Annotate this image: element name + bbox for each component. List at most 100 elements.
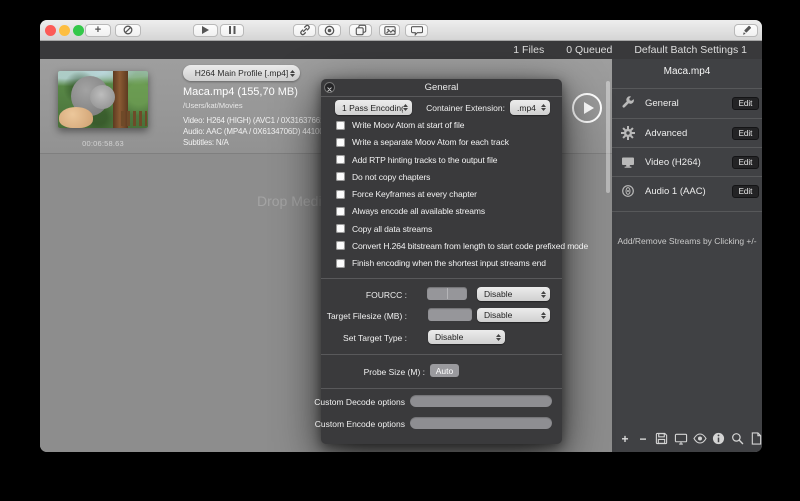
checkbox-label: Copy all data streams [352,224,432,234]
checkbox[interactable] [336,224,345,233]
probe-size-button[interactable]: Auto [430,364,459,377]
preset-select[interactable]: H264 Main Profile [.mp4] [183,65,300,81]
edit-video-button[interactable]: Edit [732,156,759,169]
probe-size-row: Probe Size (M) : Auto [321,364,562,379]
cancel-button[interactable] [115,24,141,37]
copy-icon [355,24,367,36]
container-extension-select[interactable]: .mp4 [510,100,550,115]
settings-sidebar: Maca.mp4 General Edit Advanced Edit Vide… [612,59,762,452]
play-icon [202,26,209,34]
log-button[interactable] [750,432,762,447]
sidebar-row-general: General Edit [612,89,762,118]
info-icon [712,432,725,448]
custom-encode-label: Custom Encode options [315,419,405,429]
sidebar-row-label: Advanced [645,128,687,139]
general-settings-dialog: General 1 Pass Encoding Container Extens… [321,79,562,444]
stepper-icon [403,104,408,111]
file-path: /Users/kat/Movies [183,101,243,110]
stepper-icon [541,104,546,111]
close-icon [327,79,332,97]
search-icon [731,432,744,448]
checkbox[interactable] [336,259,345,268]
preset-select-value: H264 Main Profile [.mp4] [193,68,290,78]
add-file-button[interactable]: + [85,24,111,37]
save-button[interactable] [655,432,668,447]
fourcc-mode-value: Disable [484,289,541,299]
target-type-value: Disable [435,332,496,342]
play-button[interactable] [193,24,218,37]
close-button[interactable] [45,25,56,36]
divider [612,211,762,212]
pause-button[interactable] [220,24,244,37]
checkbox-row: Copy all data streams [336,224,551,234]
custom-decode-row: Custom Decode options [321,394,562,409]
custom-encode-input[interactable] [410,417,552,429]
chat-button[interactable] [405,24,428,37]
container-extension-label: Container Extension: [426,103,505,113]
edit-batch-button[interactable] [734,24,758,37]
checkbox[interactable] [336,241,345,250]
dialog-title: General [425,82,459,93]
target-filesize-input[interactable] [428,308,472,321]
display-icon [621,155,635,169]
audio-info: Audio: AAC (MP4A / 0X6134706D) 44100 HZ [183,127,336,136]
pass-encoding-select[interactable]: 1 Pass Encoding [335,100,412,115]
record-button[interactable] [318,24,341,37]
play-icon [584,102,594,114]
stepper-icon [541,312,546,319]
custom-decode-label: Custom Decode options [314,397,405,407]
zoom-button[interactable] [73,25,84,36]
search-button[interactable] [731,432,744,447]
checkbox[interactable] [336,172,345,181]
display-button[interactable] [674,432,687,447]
checkbox[interactable] [336,138,345,147]
duration-label: 00:06:58.63 [58,139,148,148]
remove-stream-button[interactable]: − [637,432,649,447]
checkbox[interactable] [336,190,345,199]
pause-icon [229,26,232,34]
copy-settings-button[interactable] [349,24,372,37]
custom-decode-input[interactable] [410,395,552,407]
edit-audio-button[interactable]: Edit [732,185,759,198]
window-titlebar[interactable]: + [40,20,762,41]
sidebar-row-audio: Audio 1 (AAC) Edit [612,177,762,206]
add-stream-button[interactable]: + [619,432,631,447]
checkbox[interactable] [336,207,345,216]
dialog-close-button[interactable] [324,82,335,93]
info-button[interactable] [712,432,725,447]
batch-settings-label[interactable]: Default Batch Settings 1 [634,44,747,56]
minimize-button[interactable] [59,25,70,36]
checkbox-label: Always encode all available streams [352,206,485,216]
divider [321,388,562,389]
divider [321,354,562,355]
play-file-button[interactable] [572,93,602,123]
wrench-icon [621,96,635,110]
scrollbar-thumb[interactable] [606,81,610,193]
speaker-icon [621,184,635,198]
target-type-select[interactable]: Disable [428,330,505,344]
add-icon: + [621,433,628,446]
checkbox-row: Finish encoding when the shortest input … [336,258,551,268]
sidebar-row-advanced: Advanced Edit [612,119,762,148]
dialog-top-row: 1 Pass Encoding Container Extension: .mp… [321,100,562,116]
checkbox-row: Add RTP hinting tracks to the output fil… [336,155,551,165]
snapshot-button[interactable] [379,24,400,37]
fourcc-mode-select[interactable]: Disable [477,287,550,301]
checkbox-row: Write Moov Atom at start of file [336,120,551,130]
custom-encode-row: Custom Encode options [321,416,562,431]
checkbox[interactable] [336,155,345,164]
link-button[interactable] [293,24,316,37]
record-icon [324,25,335,36]
fourcc-input[interactable] [427,287,467,300]
checkbox[interactable] [336,121,345,130]
video-thumbnail [58,71,148,128]
filesize-mode-select[interactable]: Disable [477,308,550,322]
files-count: 1 Files [513,44,544,56]
target-type-row: Set Target Type : Disable [321,330,562,345]
preview-eye-button[interactable] [693,432,706,447]
save-icon [655,432,668,448]
add-icon: + [95,25,101,35]
edit-general-button[interactable]: Edit [732,97,759,110]
edit-advanced-button[interactable]: Edit [732,127,759,140]
snapshot-icon [384,25,396,36]
